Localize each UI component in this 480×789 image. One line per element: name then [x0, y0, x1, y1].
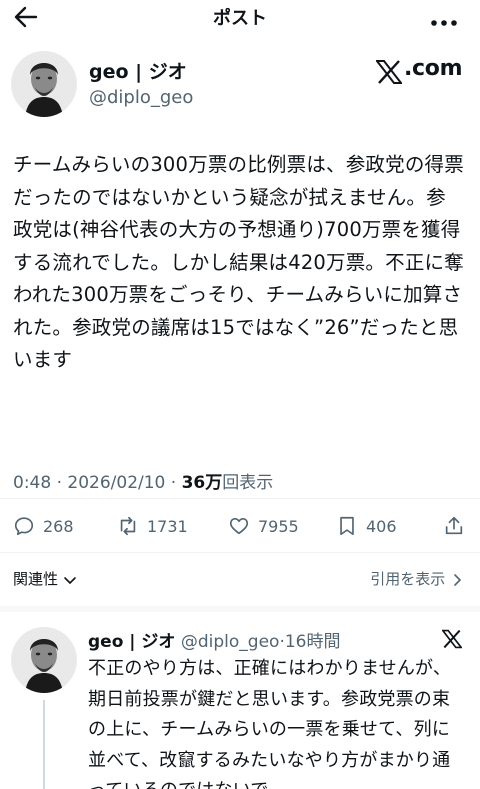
post-meta: 0:48 · 2026/02/10 · 36万回表示: [13, 468, 273, 493]
divider: [0, 498, 480, 499]
reply-time: ·16時間: [279, 632, 341, 652]
chevron-down-icon: [63, 576, 76, 584]
like-button[interactable]: 7955: [228, 512, 299, 540]
action-bar: 268 1731 7955 406: [0, 510, 480, 542]
author-handle[interactable]: @diplo_geo: [89, 87, 193, 108]
reply-button[interactable]: 268: [13, 512, 74, 540]
bookmark-icon: [340, 516, 354, 536]
page-title: ポスト: [213, 8, 267, 29]
share-button[interactable]: [443, 512, 473, 540]
x-com-logo: .com: [376, 56, 463, 85]
reply-author-name[interactable]: geo | ジオ: [88, 632, 175, 652]
share-icon: [445, 516, 463, 535]
post-text: チームみらいの300万票の比例票は、参政党の得票だったのではないかという疑念が拭…: [13, 153, 464, 371]
repost-icon: [120, 516, 136, 536]
more-options-button[interactable]: [430, 12, 458, 26]
chevron-right-icon: [454, 573, 462, 586]
reply-author-handle[interactable]: @diplo_geo: [181, 632, 280, 652]
x-com-text: .com: [404, 56, 463, 81]
avatar[interactable]: [11, 51, 77, 117]
top-bar: ポスト: [0, 0, 480, 34]
bookmark-count: 406: [366, 516, 397, 536]
views-label: 回表示: [222, 473, 274, 493]
related-sort-toggle[interactable]: 関連性: [13, 568, 77, 589]
x-logo-icon: [376, 60, 402, 84]
reply-item[interactable]: geo | ジオ @diplo_geo·16時間 不正のやり方は、正確にはわかり…: [0, 612, 480, 789]
heart-icon: [229, 518, 249, 535]
divider: [0, 552, 480, 553]
more-icon: [431, 20, 457, 26]
repost-button[interactable]: 1731: [117, 512, 188, 540]
post-author: geo | ジオ @diplo_geo .com: [11, 51, 471, 117]
reply-text: 不正のやり方は、正確にはわかりませんが、期日前投票が鍵だと思います。参政党票の束…: [88, 658, 452, 789]
bookmark-button[interactable]: 406: [336, 512, 397, 540]
reply-count: 268: [43, 516, 74, 536]
related-label: 関連性: [13, 570, 59, 588]
thread-line: [43, 700, 45, 789]
reply-icon: [14, 517, 34, 536]
post-timestamp[interactable]: 0:48 · 2026/02/10 ·: [13, 473, 182, 493]
views-count: 36万: [181, 473, 223, 493]
like-count: 7955: [258, 516, 299, 536]
reply-header: geo | ジオ @diplo_geo·16時間: [88, 627, 340, 652]
author-name[interactable]: geo | ジオ: [89, 57, 187, 84]
repost-count: 1731: [147, 516, 188, 536]
x-logo-icon: [441, 629, 463, 649]
quotes-label: 引用を表示: [370, 570, 446, 588]
avatar[interactable]: [11, 627, 77, 693]
view-quotes-link[interactable]: 引用を表示: [370, 568, 464, 589]
